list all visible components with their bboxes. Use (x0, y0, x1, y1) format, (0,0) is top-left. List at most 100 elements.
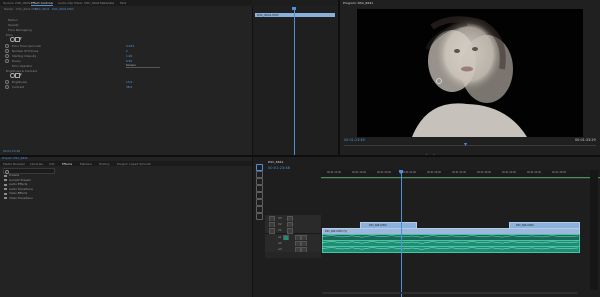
folder-label: Video Effects (9, 191, 28, 195)
stopwatch-icon[interactable] (5, 80, 9, 84)
folder-icon (4, 192, 7, 195)
ruler-label: 00:01:20:00 (377, 171, 392, 174)
pen-tool-icon[interactable] (256, 199, 263, 206)
stopwatch-icon[interactable] (5, 49, 9, 53)
ruler-label: 00:01:32:00 (452, 171, 467, 174)
clip-label: DSC_6641 · DSC_6641.MOV (35, 7, 74, 11)
tab-effects[interactable]: Effects (62, 162, 72, 166)
master-label: Master · DSC_6641.MOV (4, 7, 38, 11)
track-header-v1[interactable]: V1 (265, 227, 321, 234)
program-timecode-right: 00:01:33:29 (575, 138, 596, 142)
razor-tool-icon[interactable] (256, 185, 263, 192)
stopwatch-icon[interactable] (5, 54, 9, 58)
effect-playhead[interactable] (294, 8, 295, 155)
track-label: V3 (278, 215, 282, 220)
folder-label: Audio Effects (9, 182, 28, 186)
echoes-value[interactable]: 2 (126, 49, 128, 53)
property-echo-time: Echo Time (seconds) (12, 44, 42, 48)
brightness-value[interactable]: 13.0 (126, 80, 132, 84)
clip-label: DSC_6641.MOV (369, 224, 387, 227)
clip-selector[interactable]: DSC_6641 · DSC_6641.MOV (35, 8, 74, 11)
track-label: A2 (278, 240, 282, 245)
tab-media-browser[interactable]: Media Browser (3, 162, 25, 166)
stopwatch-icon[interactable] (5, 59, 9, 63)
ruler-label: 00:01:28:00 (427, 171, 442, 174)
program-monitor-title[interactable]: Program: DSC_6641 (343, 1, 373, 5)
ruler-label: 00:01:16:00 (352, 171, 367, 174)
tab-metadata[interactable]: Metadata (100, 1, 114, 5)
effects-panel (0, 157, 252, 297)
ruler-label: 00:01:24:00 (402, 171, 417, 174)
track-header-master[interactable] (265, 252, 321, 258)
folder-icon (4, 179, 7, 182)
program-scrub-bar[interactable] (344, 145, 596, 146)
echo-operator-dropdown[interactable]: Screen (126, 64, 160, 68)
property-echo-operator: Echo Operator (12, 64, 33, 68)
tab-source[interactable]: Source: DSC_6641 (3, 1, 31, 5)
property-contrast: Contrast (12, 85, 24, 89)
intensity-value[interactable]: 1.00 (126, 54, 132, 58)
program-video-frame[interactable] (357, 9, 583, 137)
ellipse-mask-icon[interactable] (10, 73, 15, 78)
video-frame-image (412, 16, 527, 137)
type-tool-icon[interactable] (256, 213, 263, 220)
property-motion[interactable]: Motion (8, 18, 17, 22)
timeline-playhead[interactable] (401, 170, 402, 297)
tab-libraries[interactable]: Libraries (30, 162, 43, 166)
ruler-label: 00:01:12:00 (327, 171, 342, 174)
tab-text[interactable]: Text (120, 1, 126, 5)
property-opacity[interactable]: Opacity (8, 23, 19, 27)
master-clip-label[interactable]: Master · DSC_6641.MOV (4, 8, 38, 11)
ruler-label: 00:01:48:00 (552, 171, 567, 174)
ellipse-mask-icon[interactable] (10, 37, 15, 42)
effect-timeline-clip-label: DSC_6641.MOV (257, 12, 279, 17)
effect-controls-timecode[interactable]: 00:01:23:48 (3, 150, 20, 153)
timeline-scrollbar[interactable] (322, 292, 578, 294)
effect-controls-panel (0, 0, 252, 155)
clip-label: DSC_6641.MOV (516, 224, 534, 227)
effect-timeline (252, 6, 339, 155)
track-select-tool-icon[interactable] (256, 171, 263, 178)
ripple-edit-tool-icon[interactable] (256, 178, 263, 185)
echo-operator-value: Screen (126, 63, 136, 67)
slip-tool-icon[interactable] (256, 192, 263, 199)
property-number-of-echoes: Number Of Echoes (12, 49, 39, 53)
selection-tool-icon[interactable] (256, 164, 263, 171)
folder-icon (4, 197, 7, 200)
property-brightness: Brightness (12, 80, 27, 84)
clip-label: DSC_6641.MOV [V] (325, 230, 347, 233)
stopwatch-icon[interactable] (5, 85, 9, 89)
hand-tool-icon[interactable] (256, 206, 263, 213)
ruler-label: 00:01:36:00 (477, 171, 492, 174)
track-label: A3 (278, 246, 282, 251)
audio-meter (590, 170, 598, 290)
sequence-tab[interactable]: DSC_6641 (268, 160, 283, 164)
contrast-value[interactable]: 38.0 (126, 85, 132, 89)
folder-icon (4, 174, 7, 177)
timeline-timecode[interactable]: 00:01:23:48 (268, 166, 290, 170)
active-tab-underline (31, 5, 53, 6)
tab-info[interactable]: Info (49, 162, 55, 166)
folder-icon (4, 188, 7, 191)
folder-label: Video Transitions (9, 195, 33, 200)
vertical-divider-top[interactable] (338, 0, 340, 155)
project-label: Project: DSC_6641 (2, 156, 28, 160)
property-time-remapping[interactable]: Time Remapping (8, 28, 32, 32)
track-label: A1 (278, 234, 282, 239)
tab-markers[interactable]: Markers (80, 162, 92, 166)
track-label: V2 (278, 221, 282, 226)
ruler-label: 00:01:40:00 (502, 171, 517, 174)
stopwatch-icon[interactable] (5, 44, 9, 48)
echo-time-value[interactable]: 0.033 (126, 44, 134, 48)
effect-playhead-cap[interactable] (292, 7, 296, 10)
tab-audio-clip-mixer[interactable]: Audio Clip Mixer: DSC_6641 (58, 1, 100, 5)
effect-timeline-clip[interactable]: DSC_6641.MOV (255, 13, 335, 17)
tab-project-liquid-smooth[interactable]: Project: Liquid Smooth (117, 162, 151, 166)
program-timecode-left[interactable]: 00:01:23:48 (344, 138, 365, 142)
folder-icon (4, 183, 7, 186)
audio-waveform (322, 235, 578, 250)
folder-label: Presets (9, 173, 20, 177)
work-area-bar[interactable] (321, 177, 600, 178)
property-decay: Decay (12, 59, 21, 63)
tab-history[interactable]: History (99, 162, 110, 166)
